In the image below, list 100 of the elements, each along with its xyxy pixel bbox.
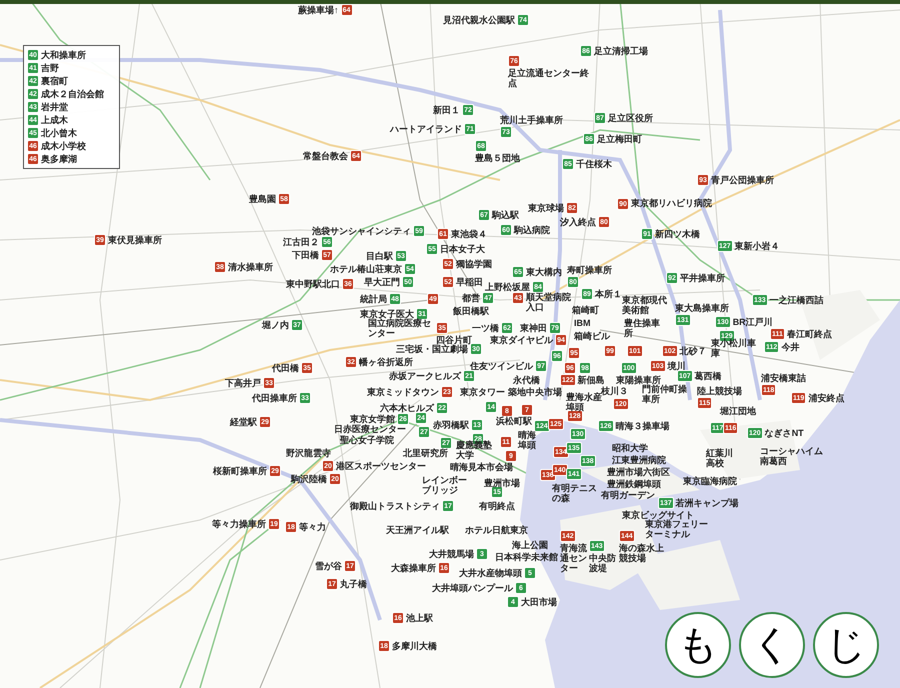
stop-label: 成木小学校 — [41, 141, 86, 151]
stop-label: 千住桜木 — [576, 159, 612, 169]
stop-label: 住友ツインビル — [470, 361, 533, 371]
stop-label: 大田市場 — [521, 597, 557, 607]
stop-label: 東伏見操車所 — [108, 235, 162, 245]
stop-label: 駒込病院 — [514, 225, 550, 235]
stop-label: 経堂駅 — [230, 417, 257, 427]
stop-label: 一ツ橋 — [472, 323, 499, 333]
stop-label: 下高井戸 — [225, 378, 261, 388]
stop-label: 荒川土手操車所 — [500, 115, 563, 125]
stop-label: 池上駅 — [406, 613, 433, 623]
place-label: コーシャハイム南葛西 — [760, 446, 824, 466]
stop-label: 江古田２ — [283, 237, 319, 247]
place-label: 箱崎町 — [572, 305, 599, 315]
stop-label: 汐入終点 — [560, 217, 596, 227]
place-label: 豊住操車所 — [624, 318, 661, 338]
stop-label: 早稲田 — [456, 277, 483, 287]
place-label: 江東豊洲病院 — [612, 455, 666, 465]
place-label: 聖心女子学院 — [340, 435, 394, 445]
stop-label: 日本女子大 — [440, 244, 485, 254]
stop-label: 雪が谷 — [315, 561, 342, 571]
stop-label: 赤坂アークヒルズ — [389, 371, 461, 381]
stop-label: 代田橋 — [272, 363, 299, 373]
stop-label: 上野松坂屋 — [485, 282, 530, 292]
place-label: 豊洲市場六街区 — [607, 467, 670, 477]
place-label: 国立病院医療センター — [368, 318, 432, 338]
stop-label: 等々力 — [299, 522, 326, 532]
place-label: 飯田橋駅 — [453, 306, 489, 316]
stop-label: 堀ノ内 — [262, 320, 289, 330]
stop-label: 春江町終点 — [786, 329, 832, 339]
stop-label: 三宅坂・国立劇場 — [396, 344, 468, 354]
stop-label: 駒込駅 — [492, 210, 519, 220]
stop-label: 獨協学園 — [456, 259, 492, 269]
place-label: 天王洲アイル駅 — [386, 525, 449, 535]
stop-label: 東京ミッドタウン — [367, 387, 439, 397]
place-label: 東京臨海病院 — [683, 476, 737, 486]
stop-label: 六本木ヒルズ — [380, 403, 434, 413]
stop-label: 吉野 — [41, 63, 59, 73]
place-label: 浜松町駅 — [496, 416, 532, 426]
stop-label: 東新小岩４ — [734, 241, 780, 251]
place-label: 紅葉川高校 — [706, 448, 734, 468]
place-label: 有明テニスの森 — [552, 483, 598, 503]
stop-label: 足立清掃工場 — [594, 46, 648, 56]
stop-label: 東池袋４ — [451, 229, 487, 239]
stop-label: 赤羽橋駅 — [433, 420, 469, 430]
stop-label: 新四ツ木橋 — [655, 229, 700, 239]
stop-label: ホテル椿山荘東京 — [330, 264, 402, 274]
stop-label: 等々力操車所 — [212, 519, 266, 529]
place-label: 昭和大学 — [612, 443, 648, 453]
stop-label: 港区スポーツセンター — [336, 461, 426, 471]
stop-label: 青戸公団操車所 — [711, 175, 774, 185]
stop-label: 東中野駅北口 — [286, 279, 340, 289]
stop-label: 桜新町操車所 — [213, 466, 267, 476]
place-label: 北里研究所 — [403, 448, 448, 458]
stop-label: 早大正門 — [364, 277, 400, 287]
place-label: 東京港フェリーターミナル — [645, 519, 709, 539]
stop-label: 東京女学館 — [350, 414, 395, 424]
stop-label: ハートアイランド — [390, 124, 462, 134]
stop-label: 常盤台教会 — [303, 151, 348, 161]
stop-label: 大森操車所 — [391, 563, 436, 573]
stop-label: 多摩川大橋 — [392, 641, 437, 651]
stop-label: 代田操車所 — [252, 393, 297, 403]
stop-label: 目白駅 — [366, 251, 393, 261]
place-label: 東京ビッグサイト — [622, 510, 694, 520]
stop-label: 晴海３操車場 — [616, 421, 670, 431]
stop-label: なぎさNT — [764, 428, 804, 438]
place-label: 堀江団地 — [720, 406, 756, 416]
place-label: 門前仲町操車所 — [642, 384, 688, 404]
stop-label: 境川 — [668, 361, 686, 371]
place-label: 箱崎ビル — [574, 331, 610, 341]
place-label: 豊洲市場 — [484, 478, 520, 488]
stop-label: 海の森水上競技場 — [619, 543, 665, 563]
stop-label: 下田橋 — [292, 250, 319, 260]
stop-label: 中央防波堤 — [589, 553, 617, 573]
stop-label: 平井操車所 — [680, 273, 725, 283]
stop-label: 北小曾木 — [41, 128, 77, 138]
stop-label: 順天堂病院入口 — [526, 292, 572, 312]
stop-label: 東京女子医大 — [360, 309, 414, 319]
stop-label: 裏宿町 — [41, 76, 68, 86]
stop-label: 奥多摩湖 — [41, 154, 77, 164]
place-label: 晴海見本市会場 — [450, 462, 513, 472]
stop-label: 浦安橋東詰 — [761, 373, 806, 383]
place-label: 東京都現代美術館 — [622, 295, 668, 315]
stop-label: 今井 — [781, 342, 800, 352]
stop-label: 若洲キャンプ場 — [676, 498, 739, 508]
stop-label: 足立区役所 — [608, 113, 653, 123]
stop-label: 豊島５団地 — [475, 153, 520, 163]
place-label: IBM — [574, 318, 590, 328]
place-label: 豊海水産埠頭 — [566, 392, 602, 412]
place-label: 枝川３ — [601, 386, 628, 396]
stop-label: 見沼代親水公園駅 — [443, 15, 515, 25]
stop-label: 新田１ — [433, 105, 460, 115]
stop-label: 足立梅田町 — [597, 134, 642, 144]
place-label: ホテル日航東京 — [465, 525, 528, 535]
place-label: 野沢龍雲寺 — [286, 448, 331, 458]
place-label: レインボーブリッジ — [422, 475, 468, 495]
place-label: 日本科学未来館 — [495, 552, 558, 562]
stop-label: 東京球場 — [528, 203, 564, 213]
stop-label: 東大島操車所 — [675, 303, 729, 313]
stop-label: 大和操車所 — [41, 50, 86, 60]
